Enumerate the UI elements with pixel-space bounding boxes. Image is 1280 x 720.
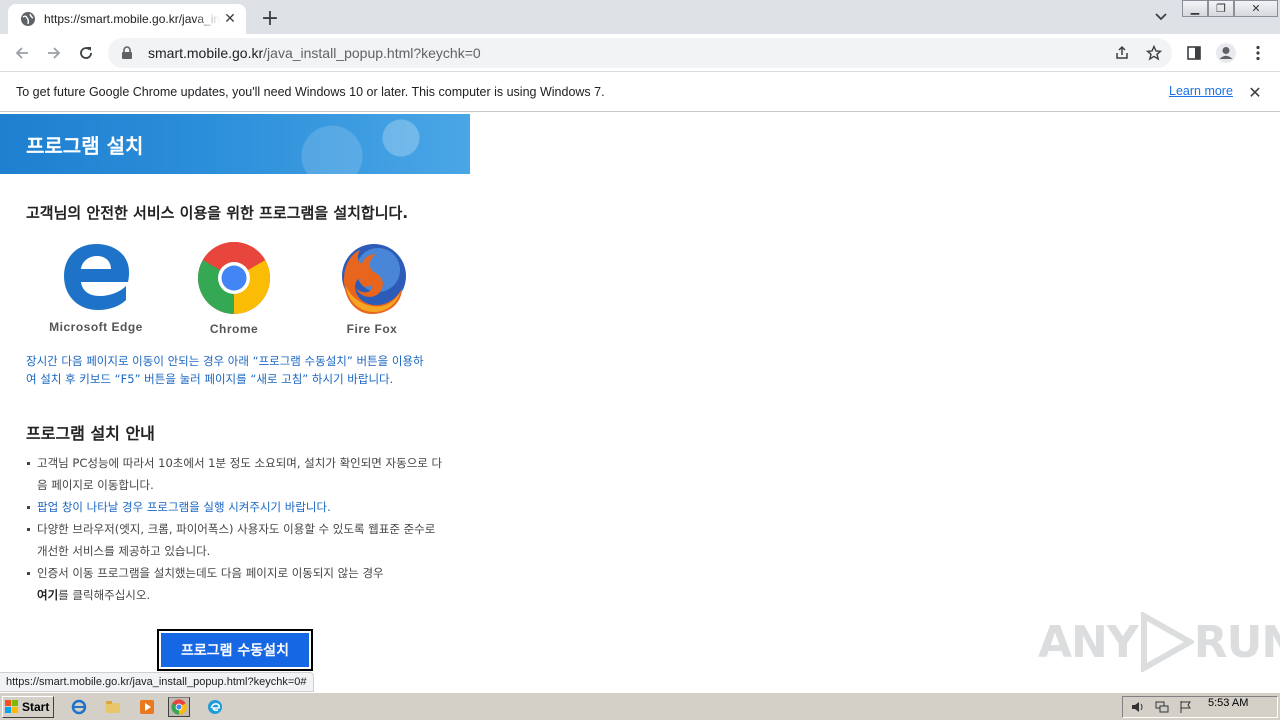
infobar-message: To get future Google Chrome updates, you… [16, 84, 605, 99]
list-item: 인증서 이동 프로그램을 설치했는데도 다음 페이지로 이동되지 않는 경우여기… [26, 562, 446, 606]
tab-title: https://smart.mobile.go.kr/java_install_… [44, 12, 220, 26]
browser-tab[interactable]: https://smart.mobile.go.kr/java_install_… [8, 4, 246, 34]
browser-edge: Microsoft Edge [36, 240, 156, 334]
window-controls: ▁ ❐ ✕ [1182, 0, 1278, 18]
reload-icon[interactable] [74, 41, 98, 65]
firefox-icon [342, 244, 406, 314]
manual-install-button[interactable]: 프로그램 수동설치 [157, 629, 313, 671]
chevron-down-icon[interactable] [1150, 6, 1172, 28]
action-center-flag-icon[interactable] [1177, 698, 1195, 716]
infobar-close-icon[interactable]: ✕ [1246, 83, 1264, 102]
browser-label: Fire Fox [346, 322, 398, 336]
guide-title: 프로그램 설치 안내 [26, 424, 155, 443]
address-bar[interactable]: smart.mobile.go.kr/java_install_popup.ht… [108, 38, 1172, 68]
watermark-text: ANY [1038, 616, 1139, 668]
list-item-text: 인증서 이동 프로그램을 설치했는데도 다음 페이지로 이동되지 않는 경우 [37, 566, 384, 580]
side-panel-icon[interactable] [1182, 41, 1206, 65]
minimize-icon[interactable]: ▁ [1182, 0, 1208, 17]
chrome-taskbar-icon[interactable] [168, 697, 190, 717]
list-item-suffix: 를 클릭해주십시오. [58, 588, 151, 602]
volume-icon[interactable] [1129, 698, 1147, 716]
watermark-text: RUN [1193, 616, 1280, 668]
tab-strip: https://smart.mobile.go.kr/java_install_… [0, 0, 1280, 34]
browser-chrome: Chrome [174, 240, 294, 336]
internet-explorer-icon[interactable] [68, 697, 90, 717]
install-guide-list: 고객님 PC성능에 따라서 10초에서 1분 정도 소요되며, 설치가 확인되면… [26, 452, 446, 606]
list-item: 고객님 PC성능에 따라서 10초에서 1분 정도 소요되며, 설치가 확인되면… [26, 452, 446, 496]
system-tray [1122, 696, 1278, 718]
notice-line: 여 설치 후 키보드 “F5” 버튼을 눌러 페이지를 “새로 고침” 하시기 … [26, 372, 394, 386]
anyrun-watermark: ANY RUN [1038, 612, 1280, 672]
forward-icon[interactable] [42, 41, 66, 65]
share-icon[interactable] [1112, 43, 1132, 63]
install-subtitle: 고객님의 안전한 서비스 이용을 위한 프로그램을 설치합니다. [26, 204, 409, 222]
window-close-icon[interactable]: ✕ [1234, 0, 1278, 17]
globe-icon [21, 12, 35, 26]
restore-icon[interactable]: ❐ [1208, 0, 1234, 17]
new-tab-icon[interactable]: + [258, 6, 282, 31]
browser-label: Microsoft Edge [49, 320, 143, 334]
windows-taskbar: Start 5:53 AM [0, 692, 1280, 720]
bookmark-star-icon[interactable] [1144, 43, 1164, 63]
lock-icon[interactable] [120, 46, 134, 60]
edge-icon [64, 244, 129, 310]
play-icon [1140, 612, 1194, 672]
start-label: Start [22, 700, 50, 714]
browser-toolbar: smart.mobile.go.kr/java_install_popup.ht… [0, 34, 1280, 72]
chrome-icon [197, 241, 271, 314]
edge-taskbar-icon[interactable] [204, 697, 226, 717]
media-player-icon[interactable] [136, 697, 158, 717]
page-content: 프로그램 설치 고객님의 안전한 서비스 이용을 위한 프로그램을 설치합니다.… [0, 112, 1280, 692]
list-item: 다양한 브라우저(엣지, 크롬, 파이어폭스) 사용자도 이용할 수 있도록 웹… [26, 518, 446, 562]
browser-firefox: Fire Fox [312, 240, 432, 336]
tab-close-icon[interactable]: ✕ [222, 11, 238, 27]
browser-label: Chrome [209, 322, 259, 336]
status-url-bubble: https://smart.mobile.go.kr/java_install_… [0, 672, 314, 692]
menu-kebab-icon[interactable] [1246, 41, 1270, 65]
start-button[interactable]: Start [2, 696, 54, 718]
notice-line: 장시간 다음 페이지로 이동이 안되는 경우 아래 “프로그램 수동설치” 버튼… [26, 354, 424, 368]
taskbar-clock: 5:53 AM [1208, 697, 1249, 709]
profile-avatar-icon[interactable] [1214, 41, 1238, 65]
list-item: 팝업 창이 나타날 경우 프로그램을 실행 시켜주시기 바랍니다. [26, 496, 446, 518]
url-text: smart.mobile.go.kr/java_install_popup.ht… [148, 45, 481, 61]
manual-install-notice: 장시간 다음 페이지로 이동이 안되는 경우 아래 “프로그램 수동설치” 버튼… [26, 352, 446, 388]
learn-more-link[interactable]: Learn more [1169, 84, 1233, 98]
network-icon[interactable] [1153, 698, 1171, 716]
here-link[interactable]: 여기 [37, 588, 58, 602]
back-icon[interactable] [10, 41, 34, 65]
windows-flag-icon [5, 700, 18, 713]
header-banner: 프로그램 설치 [0, 114, 470, 174]
supported-browsers: Microsoft Edge Chrome Fire Fox [26, 240, 446, 340]
file-explorer-icon[interactable] [102, 697, 124, 717]
page-title: 프로그램 설치 [26, 134, 144, 158]
update-infobar: To get future Google Chrome updates, you… [0, 72, 1280, 112]
